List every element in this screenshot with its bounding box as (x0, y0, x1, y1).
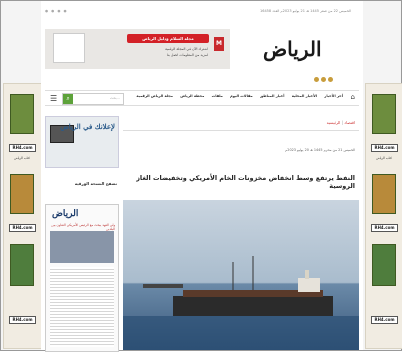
main-nav: ☰ ⌕ بحث... أخر الأخبار الأخبار المحلية أ… (45, 90, 359, 106)
book-cover (10, 94, 34, 134)
ad-logo: RH4.com (371, 316, 398, 324)
nav-item[interactable]: الأخبار المحلية (292, 94, 317, 98)
ad-caption: كتاب الرياض (14, 156, 30, 160)
site-logo[interactable]: الرياض (263, 37, 322, 61)
ad-logo: RH4.com (9, 144, 36, 152)
nav-item[interactable]: ملفات (212, 94, 223, 98)
book-cover (372, 174, 396, 214)
nav-item[interactable]: أخبار المناطق (260, 94, 284, 98)
nav-items: أخر الأخبار الأخبار المحلية أخبار المناط… (130, 94, 343, 98)
paper-headline: ولي العهد يبحث مع الرئيس الأمريكي التعاو… (51, 223, 115, 231)
left-side-ad[interactable]: RH4.com كتاب الرياض RH4.com RH4.com (3, 83, 42, 349)
sidebar: لإعلانك في الرياض تصفح النسخة الورقية ال… (45, 116, 119, 352)
ad-card-image (53, 33, 85, 63)
article-main: اقتصاد | الرئيسية الخميس 21 من محرم 1445… (123, 116, 359, 350)
search-placeholder: بحث... (109, 96, 120, 100)
tanker-photo (123, 256, 359, 350)
tanker-hull (173, 296, 333, 316)
article-title: النفط يرتفع وسط انخفاض مخزونات الخام الأ… (136, 174, 355, 190)
ad-brand-mark: M (214, 37, 224, 51)
bridge-tower (298, 278, 320, 292)
paper-columns (50, 267, 114, 347)
paper-photo (50, 231, 114, 263)
sidebar-ad-text: لإعلانك في الرياض (60, 122, 115, 131)
ad-caption: كتاب الرياض (376, 156, 392, 160)
sidebar-ad[interactable]: لإعلانك في الرياض (45, 116, 119, 168)
article-image (123, 200, 359, 350)
nav-item[interactable]: مقالات اليوم (230, 94, 253, 98)
nav-item[interactable]: أخر الأخبار (324, 94, 343, 98)
book-cover (10, 244, 34, 286)
ad-line: لمزيد من المعلومات اتصل بنا (166, 53, 208, 57)
date-line: الخميس 22 من صفر 1445 هـ 21 يوليو 2023م … (259, 9, 351, 13)
print-edition-thumbnail[interactable]: الرياض ولي العهد يبحث مع الرئيس الأمريكي… (45, 204, 119, 352)
nav-item[interactable]: مجلة الرياض الرقمية (136, 94, 173, 98)
page-container: ● ● ● ● الخميس 22 من صفر 1445 هـ 21 يولي… (41, 1, 363, 352)
article-meta: الخميس 21 من محرم 1445 هـ 20 يوليو 2023م (285, 148, 355, 152)
nav-item[interactable]: محطة الرياض (180, 94, 204, 98)
home-icon[interactable]: ⌂ (351, 93, 355, 101)
divider (123, 130, 359, 131)
book-cover (10, 174, 34, 214)
ad-line: اشترك الآن في المجلة الرقمية (165, 47, 208, 51)
content-area: لإعلانك في الرياض تصفح النسخة الورقية ال… (45, 111, 359, 352)
ad-logo: RH4.com (9, 316, 36, 324)
top-bar: ● ● ● ● الخميس 22 من صفر 1445 هـ 21 يولي… (41, 7, 363, 15)
logo-dots (314, 77, 335, 84)
right-side-ad[interactable]: RH4.com كتاب الرياض RH4.com RH4.com (365, 83, 402, 349)
search-icon[interactable]: ⌕ (63, 94, 73, 104)
browser-frame: RH4.com كتاب الرياض RH4.com RH4.com RH4.… (0, 0, 402, 352)
breadcrumb-section[interactable]: اقتصاد (344, 120, 355, 125)
book-cover (372, 94, 396, 134)
social-icons[interactable]: ● ● ● ● (45, 9, 68, 13)
second-vessel (143, 284, 183, 288)
search-input[interactable]: ⌕ بحث... (62, 93, 124, 105)
paper-masthead: الرياض (52, 209, 79, 219)
ad-logo: RH4.com (371, 144, 398, 152)
hamburger-menu-icon[interactable]: ☰ (50, 94, 57, 103)
book-cover (372, 244, 396, 286)
breadcrumb-home[interactable]: الرئيسية (327, 120, 341, 125)
ad-cta[interactable]: مجلة السلام ودليل الرياض (127, 34, 209, 43)
ad-logo: RH4.com (371, 224, 398, 232)
print-edition-heading[interactable]: تصفح النسخة الورقية (75, 181, 117, 186)
breadcrumb: اقتصاد | الرئيسية (326, 120, 355, 125)
header-ad-banner[interactable]: مجلة السلام ودليل الرياض اشترك الآن في ا… (45, 29, 230, 69)
ad-logo: RH4.com (9, 224, 36, 232)
